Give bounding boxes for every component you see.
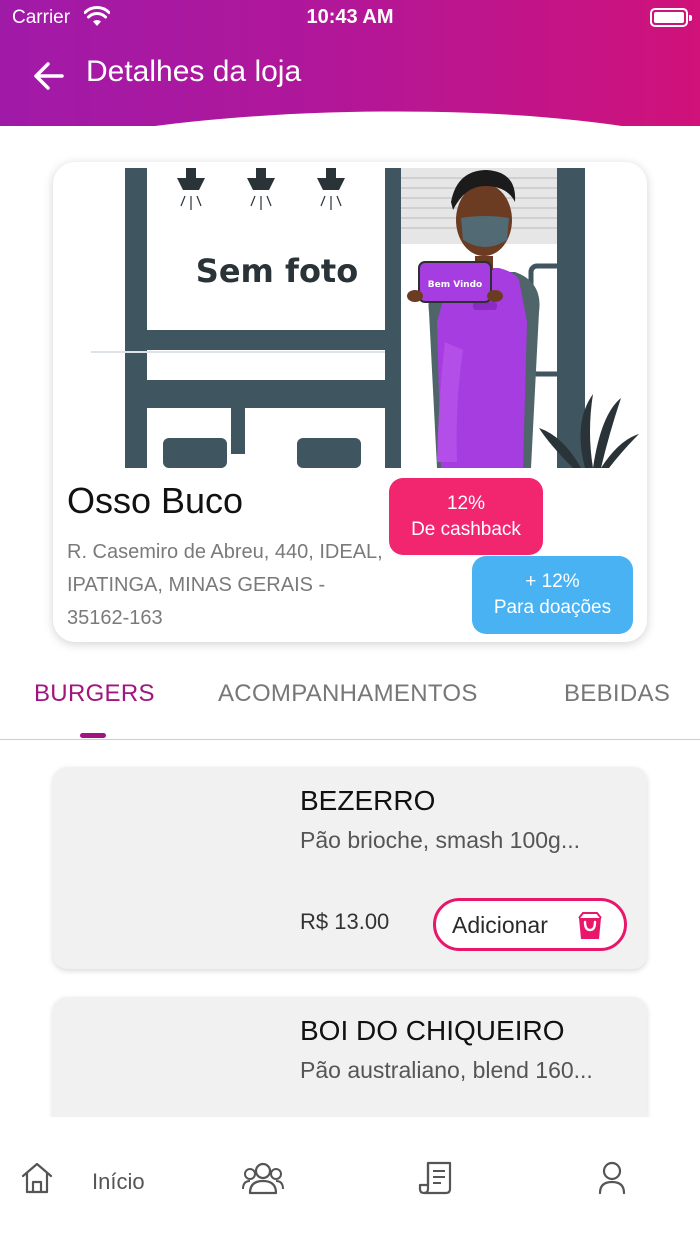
sem-foto-text: Sem foto <box>196 252 358 290</box>
nav-home-label[interactable]: Início <box>92 1169 145 1195</box>
store-card: Sem foto Bem Vindo Osso Buco R. Casemiro… <box>53 162 647 642</box>
cashback-label: De cashback <box>411 519 521 540</box>
bottom-navigation: Início <box>0 1117 700 1244</box>
donation-badge: + 12% Para doações <box>472 556 633 634</box>
product-price: R$ 13.00 <box>300 909 390 934</box>
product-description: Pão brioche, smash 100g... <box>300 827 580 853</box>
home-icon[interactable] <box>20 1161 54 1195</box>
product-name: BEZERRO <box>300 785 436 816</box>
shopping-bag-icon <box>578 912 602 939</box>
category-tabs: BURGERS ACOMPANHAMENTOS BEBIDAS <box>0 660 700 740</box>
profile-icon[interactable] <box>598 1161 626 1195</box>
welcome-sign-text: Bem Vindo <box>428 280 482 290</box>
cashback-badge: 12% De cashback <box>389 478 543 555</box>
app-header: Carrier 10:43 AM Detalhes da loja <box>0 0 700 126</box>
store-address: R. Casemiro de Abreu, 440, IDEAL, IPATIN… <box>67 541 383 629</box>
add-button-label: Adicionar <box>452 912 548 938</box>
donation-label: Para doações <box>493 597 612 618</box>
product-name: BOI DO CHIQUEIRO <box>300 1015 565 1046</box>
tab-burgers[interactable]: BURGERS <box>34 680 155 708</box>
battery-icon <box>650 8 692 27</box>
tab-acompanhamentos[interactable]: ACOMPANHAMENTOS <box>218 680 478 708</box>
product-card[interactable]: BOI DO CHIQUEIRO Pão australiano, blend … <box>53 997 647 1117</box>
store-placeholder-illustration: Sem foto Bem Vindo <box>91 168 639 468</box>
tab-bebidas[interactable]: BEBIDAS <box>564 680 670 708</box>
active-tab-indicator <box>80 733 106 738</box>
status-time: 10:43 AM <box>306 6 394 28</box>
back-arrow-icon[interactable] <box>30 56 70 96</box>
users-icon[interactable] <box>242 1161 284 1195</box>
header-curve <box>0 102 700 126</box>
page-title: Detalhes da loja <box>86 55 302 88</box>
cashback-percent: 12% <box>446 493 486 514</box>
donation-percent: + 12% <box>525 571 580 592</box>
product-list[interactable]: BEZERRO Pão brioche, smash 100g... R$ 13… <box>0 742 700 1117</box>
store-name: Osso Buco <box>67 480 244 521</box>
receipt-icon[interactable] <box>418 1161 454 1195</box>
status-bar: Carrier 10:43 AM <box>0 0 700 36</box>
product-description: Pão australiano, blend 160... <box>300 1057 593 1083</box>
product-card[interactable]: BEZERRO Pão brioche, smash 100g... R$ 13… <box>53 767 647 969</box>
add-to-cart-button[interactable]: Adicionar <box>433 898 627 951</box>
